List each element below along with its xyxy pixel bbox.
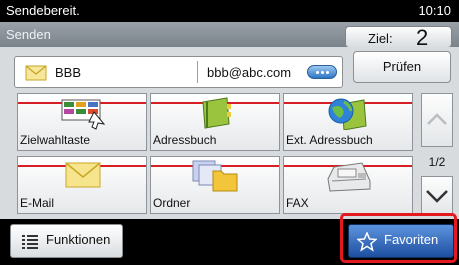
tile-label: FAX — [286, 196, 309, 210]
clock: 10:10 — [418, 3, 451, 18]
tile-address-book[interactable]: Adressbuch — [150, 93, 280, 151]
more-icon[interactable] — [307, 65, 337, 79]
check-button[interactable]: Prüfen — [353, 51, 451, 83]
list-icon — [22, 234, 38, 255]
tile-one-touch-key[interactable]: Zielwahltaste — [17, 93, 147, 151]
destination-counter[interactable]: Ziel: 2 — [345, 25, 452, 50]
one-touch-key-icon — [58, 96, 108, 135]
page-title: Senden — [6, 27, 51, 42]
page-indicator: 1/2 — [428, 155, 446, 169]
tile-folder[interactable]: Ordner — [150, 156, 280, 214]
tile-label: Ordner — [153, 196, 191, 210]
email-envelope-icon — [58, 159, 108, 198]
tile-external-address-book[interactable]: Ext. Adressbuch — [283, 93, 413, 151]
tile-fax[interactable]: FAX — [283, 156, 413, 214]
destination-name: BBB — [55, 65, 82, 80]
star-icon — [356, 231, 378, 257]
scroll-down-button[interactable] — [421, 176, 453, 216]
status-text: Sendebereit. — [6, 3, 80, 18]
tile-label: Adressbuch — [153, 133, 217, 147]
tile-email[interactable]: E-Mail — [17, 156, 147, 214]
fax-icon — [324, 159, 374, 198]
favorites-button[interactable]: Favoriten — [348, 224, 454, 258]
tile-label: Zielwahltaste — [20, 133, 91, 147]
destination-entry[interactable]: BBB bbb@abc.com — [14, 56, 343, 88]
scroll-up-button[interactable] — [421, 93, 453, 147]
folder-icon — [191, 159, 241, 198]
status-bar: Sendebereit. 10:10 — [0, 0, 459, 22]
envelope-icon — [25, 65, 47, 86]
address-book-icon — [191, 96, 241, 135]
destination-email: bbb@abc.com — [207, 65, 292, 80]
functions-label: Funktionen — [46, 232, 111, 247]
chevron-up-icon — [427, 113, 447, 125]
divider — [197, 61, 198, 83]
destination-label: Ziel: — [368, 31, 393, 46]
screen: Sendebereit. 10:10 Senden Ziel: 2 BBB bb… — [0, 0, 459, 265]
tile-label: Ext. Adressbuch — [286, 133, 373, 147]
functions-button[interactable]: Funktionen — [10, 224, 123, 258]
chevron-down-icon — [426, 190, 448, 203]
favorites-label: Favoriten — [384, 232, 439, 247]
tile-label: E-Mail — [20, 196, 55, 210]
external-address-book-icon — [324, 96, 374, 135]
